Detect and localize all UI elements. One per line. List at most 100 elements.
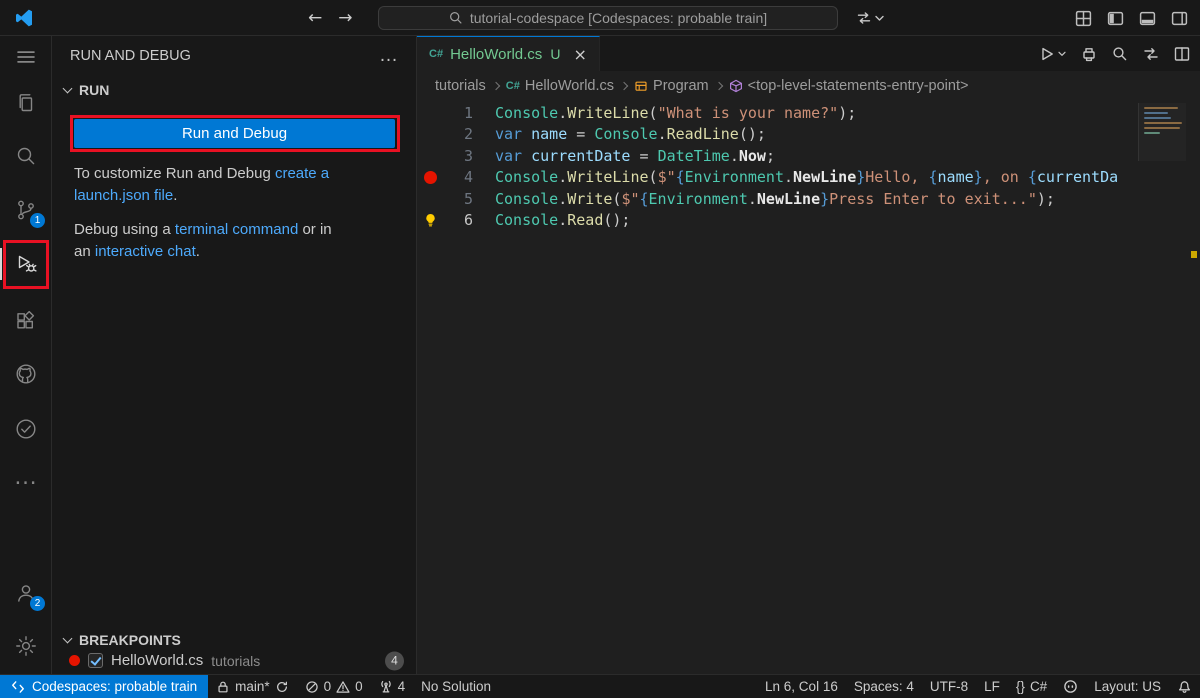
toggle-secondary-sidebar-icon[interactable] bbox=[1171, 10, 1188, 27]
branch-status[interactable]: main* bbox=[208, 675, 297, 698]
lightbulb-icon[interactable] bbox=[423, 213, 438, 228]
chevron-down-icon bbox=[875, 15, 884, 22]
sidebar-item-azure[interactable] bbox=[0, 408, 52, 450]
sidebar-title: RUN AND DEBUG bbox=[70, 48, 191, 64]
play-icon bbox=[1039, 46, 1055, 62]
bell-icon bbox=[1177, 679, 1192, 694]
remote-indicator[interactable]: Codespaces: probable train bbox=[0, 675, 208, 698]
code-line[interactable]: 6 Console.Read(); bbox=[417, 210, 1200, 232]
breadcrumb-file[interactable]: C# HelloWorld.cs bbox=[506, 78, 614, 94]
encoding-label: UTF-8 bbox=[930, 679, 968, 694]
toggle-primary-sidebar-icon[interactable] bbox=[1107, 10, 1124, 27]
remote-icon bbox=[11, 680, 25, 694]
code-text[interactable]: var name = Console.ReadLine(); bbox=[495, 125, 1123, 143]
line-number: 6 bbox=[443, 211, 473, 229]
glyph-margin[interactable] bbox=[417, 213, 443, 228]
settings-button[interactable] bbox=[0, 625, 52, 667]
layout-controls bbox=[1075, 0, 1188, 36]
sidebar-item-extensions[interactable] bbox=[0, 300, 52, 342]
code-text[interactable]: Console.WriteLine("What is your name?"); bbox=[495, 104, 1123, 122]
breadcrumb-class[interactable]: Program bbox=[634, 78, 709, 94]
breakpoint-icon[interactable] bbox=[424, 171, 437, 184]
eol-status[interactable]: LF bbox=[976, 675, 1008, 698]
code-text[interactable]: Console.Read(); bbox=[495, 211, 1123, 229]
keyboard-layout-status[interactable]: Layout: US bbox=[1086, 675, 1169, 698]
link-text: launch.json file bbox=[74, 187, 173, 204]
notifications-button[interactable] bbox=[1169, 675, 1200, 698]
view-actions-button[interactable]: … bbox=[379, 52, 398, 60]
run-or-debug-button[interactable] bbox=[1039, 46, 1066, 62]
code-text[interactable]: var currentDate = DateTime.Now; bbox=[495, 147, 1123, 165]
code-line[interactable]: 1Console.WriteLine("What is your name?")… bbox=[417, 102, 1200, 124]
sidebar-item-explorer[interactable] bbox=[0, 82, 52, 124]
breakpoints-section-header[interactable]: BREAKPOINTS bbox=[64, 632, 181, 648]
files-icon bbox=[14, 91, 38, 115]
run-and-debug-button[interactable]: Run and Debug bbox=[74, 119, 395, 148]
terminal-command-link[interactable]: terminal command bbox=[175, 221, 298, 238]
indentation-label: Spaces: 4 bbox=[854, 679, 914, 694]
code-editor[interactable]: 1Console.WriteLine("What is your name?")… bbox=[417, 101, 1200, 674]
code-line[interactable]: 2 var name = Console.ReadLine(); bbox=[417, 124, 1200, 146]
github-icon bbox=[14, 362, 38, 386]
accounts-badge: 2 bbox=[30, 596, 45, 611]
breakpoint-file: HelloWorld.cs bbox=[111, 652, 203, 669]
cursor-position-status[interactable]: Ln 6, Col 16 bbox=[757, 675, 846, 698]
search-editor-icon[interactable] bbox=[1112, 46, 1128, 62]
tab-helloworld[interactable]: C# HelloWorld.cs U × bbox=[417, 36, 600, 71]
back-button[interactable]: ← bbox=[308, 8, 322, 28]
check-circle-icon bbox=[14, 417, 38, 441]
breadcrumb-folder[interactable]: tutorials bbox=[435, 78, 486, 94]
breadcrumb-symbol[interactable]: <top-level-statements-entry-point> bbox=[729, 78, 969, 94]
solution-status[interactable]: No Solution bbox=[413, 675, 499, 698]
language-mode-status[interactable]: {} C# bbox=[1008, 675, 1055, 698]
code-line[interactable]: 3var currentDate = DateTime.Now; bbox=[417, 145, 1200, 167]
csharp-file-icon: C# bbox=[429, 48, 443, 60]
close-icon[interactable]: × bbox=[573, 45, 586, 64]
copilot-status[interactable] bbox=[1055, 675, 1086, 698]
additional-views-button[interactable]: … bbox=[0, 461, 52, 503]
split-editor-button[interactable] bbox=[1174, 46, 1190, 62]
command-center-search[interactable]: tutorial-codespace [Codespaces: probable… bbox=[378, 6, 838, 30]
sidebar-item-run-and-debug[interactable] bbox=[0, 243, 52, 285]
toggle-panel-icon[interactable] bbox=[1139, 10, 1156, 27]
hint-text: . bbox=[196, 243, 200, 260]
error-count: 0 bbox=[324, 679, 332, 694]
tab-bar: C# HelloWorld.cs U × bbox=[417, 36, 1200, 71]
symbol-class-icon bbox=[634, 79, 648, 93]
ports-status[interactable]: 4 bbox=[371, 675, 414, 698]
remote-window-menu[interactable] bbox=[856, 7, 884, 29]
encoding-status[interactable]: UTF-8 bbox=[922, 675, 976, 698]
code-line[interactable]: 5Console.Write($"{Environment.NewLine}Pr… bbox=[417, 188, 1200, 210]
code-line[interactable]: 4Console.WriteLine($"{Environment.NewLin… bbox=[417, 167, 1200, 189]
breakpoint-list-item[interactable]: HelloWorld.cs tutorials 4 bbox=[52, 648, 416, 673]
line-number: 2 bbox=[443, 125, 473, 143]
command-center-label: tutorial-codespace [Codespaces: probable… bbox=[470, 10, 767, 26]
code-lines: 1Console.WriteLine("What is your name?")… bbox=[417, 102, 1200, 231]
code-text[interactable]: Console.Write($"{Environment.NewLine}Pre… bbox=[495, 190, 1123, 208]
sidebar-item-source-control[interactable]: 1 bbox=[0, 189, 52, 231]
warning-count: 0 bbox=[355, 679, 363, 694]
code-text[interactable]: Console.WriteLine($"{Environment.NewLine… bbox=[495, 168, 1123, 186]
breakpoint-icon bbox=[69, 655, 80, 666]
customize-layout-icon[interactable] bbox=[1075, 10, 1092, 27]
title-bar: ← → tutorial-codespace [Codespaces: prob… bbox=[0, 0, 1200, 36]
radio-tower-icon bbox=[379, 680, 393, 694]
minimap[interactable] bbox=[1138, 103, 1186, 161]
chevron-right-icon bbox=[492, 82, 500, 90]
sidebar-item-search[interactable] bbox=[0, 135, 52, 177]
problems-status[interactable]: 0 0 bbox=[297, 675, 371, 698]
open-changes-icon[interactable] bbox=[1081, 46, 1097, 62]
sidebar-item-github[interactable] bbox=[0, 353, 52, 395]
chevron-down-icon bbox=[63, 84, 73, 94]
forward-button[interactable]: → bbox=[338, 8, 352, 28]
glyph-margin[interactable] bbox=[417, 171, 443, 184]
accounts-button[interactable]: 2 bbox=[0, 572, 52, 614]
run-section-header[interactable]: RUN bbox=[64, 82, 109, 98]
indentation-status[interactable]: Spaces: 4 bbox=[846, 675, 922, 698]
menu-button[interactable] bbox=[0, 36, 52, 78]
run-section-label: RUN bbox=[79, 82, 109, 98]
switch-editor-icon[interactable] bbox=[1143, 46, 1159, 62]
breakpoint-checkbox[interactable] bbox=[88, 653, 103, 668]
interactive-chat-link[interactable]: interactive chat bbox=[95, 243, 196, 260]
customize-text: . bbox=[173, 187, 177, 204]
